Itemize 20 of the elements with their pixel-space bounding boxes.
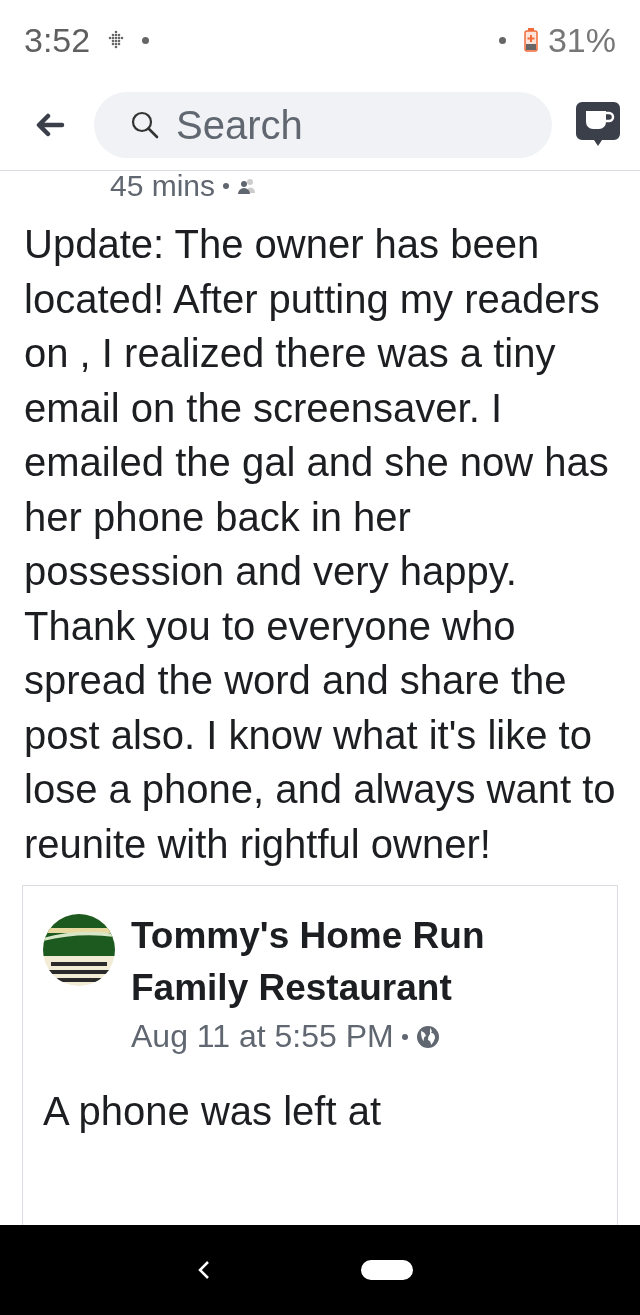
home-handle[interactable] <box>361 1260 413 1280</box>
dot-icon <box>223 183 230 189</box>
status-time: 3:52 <box>24 20 91 60</box>
post-time: 45 mins <box>110 171 216 201</box>
shared-post-time: Aug 11 at 5:55 PM <box>131 1018 394 1055</box>
dots-icon <box>108 30 125 50</box>
post-text: Update: The owner has been located! After putting my readers on , I realized there was a tiny email on the screensaver. I emailed the gal and she now has her phone back in her possession and very happy. Thank you to everyone who spread the word and share the post also. I know what it's like to lose a phone, and always want to reunite with rightful owner! <box>24 221 616 868</box>
search-field[interactable]: Search <box>94 92 552 158</box>
page-name[interactable]: Tommy's Home Run Family Restaurant <box>131 910 597 1014</box>
dot-icon <box>401 1033 408 1040</box>
dot-icon <box>498 36 506 44</box>
dot-icon <box>142 36 150 44</box>
battery-icon <box>523 28 538 52</box>
globe-icon <box>415 1024 440 1049</box>
back-icon[interactable] <box>197 1259 211 1281</box>
search-icon <box>130 110 160 140</box>
friends-icon <box>237 178 256 194</box>
shared-post-text: A phone was left at <box>43 1089 382 1134</box>
chat-icon[interactable] <box>576 102 620 148</box>
battery-percent: 31% <box>547 20 616 60</box>
